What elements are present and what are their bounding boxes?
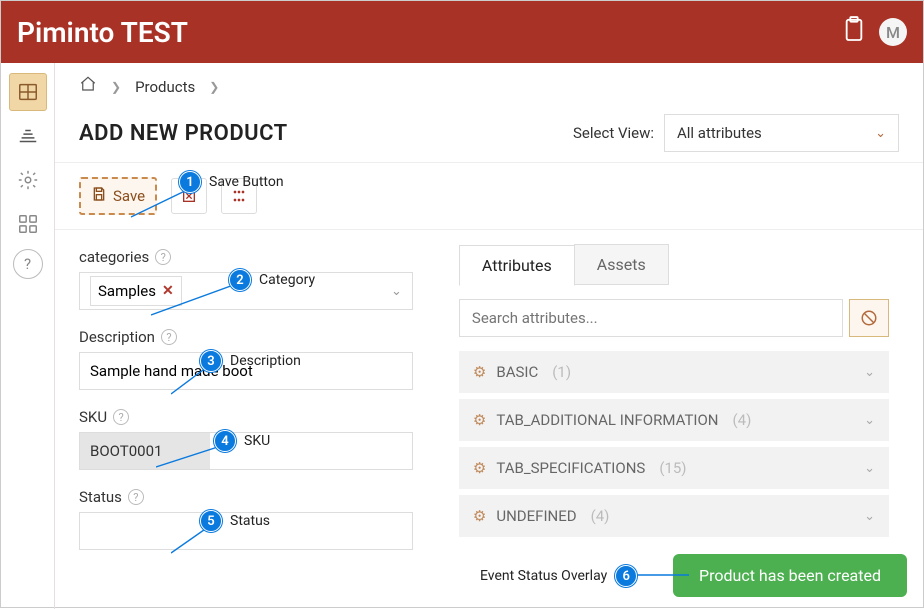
chevron-right-icon: ❯ [209, 80, 219, 94]
chevron-down-icon: ⌄ [864, 509, 875, 524]
sku-prefix: BOOT0001 [80, 433, 210, 469]
breadcrumb: ❯ Products ❯ [55, 63, 923, 104]
help-icon[interactable]: ? [113, 409, 129, 425]
sidebar-item-help[interactable]: ? [13, 249, 43, 279]
header-actions: M [843, 16, 907, 48]
chevron-down-icon: ⌄ [391, 284, 402, 299]
help-icon[interactable]: ? [155, 249, 171, 265]
help-icon[interactable]: ? [161, 329, 177, 345]
categories-select[interactable]: Samples ✕ ⌄ [79, 272, 413, 310]
title-row: ADD NEW PRODUCT Select View: All attribu… [55, 104, 923, 162]
accordion-list: ⚙BASIC(1) ⌄ ⚙TAB_ADDITIONAL INFORMATION(… [459, 351, 889, 537]
status-input[interactable] [79, 512, 413, 550]
gear-icon: ⚙ [473, 363, 486, 381]
user-avatar[interactable]: M [879, 18, 907, 46]
success-toast: Product has been created [673, 554, 907, 597]
app-header: Piminto TEST M [1, 1, 923, 63]
chevron-down-icon: ⌄ [875, 126, 886, 141]
view-selector-group: Select View: All attributes ⌄ [573, 114, 899, 152]
chevron-right-icon: ❯ [111, 80, 121, 94]
clipboard-icon[interactable] [843, 16, 865, 48]
sku-input-wrap[interactable]: BOOT0001 [79, 432, 413, 470]
clear-search-button[interactable] [849, 299, 889, 337]
chevron-down-icon: ⌄ [864, 461, 875, 476]
accordion-specs[interactable]: ⚙TAB_SPECIFICATIONS(15) ⌄ [459, 447, 889, 489]
sku-field: SKU? BOOT0001 [79, 408, 413, 470]
chevron-down-icon: ⌄ [864, 413, 875, 428]
sidebar-item-settings[interactable] [9, 161, 47, 199]
accordion-undefined[interactable]: ⚙UNDEFINED(4) ⌄ [459, 495, 889, 537]
gear-icon: ⚙ [473, 459, 486, 477]
save-label: Save [113, 187, 145, 205]
cancel-button[interactable] [171, 178, 207, 214]
save-icon [91, 186, 107, 206]
attributes-column: Attributes Assets ⚙BASIC(1) ⌄ ⚙TAB_ADDI [437, 230, 923, 609]
category-chip: Samples ✕ [90, 276, 182, 306]
chevron-down-icon: ⌄ [864, 365, 875, 380]
search-input[interactable] [459, 299, 843, 337]
sidebar: ? [1, 63, 55, 609]
sku-suffix[interactable] [210, 433, 412, 469]
page-title: ADD NEW PRODUCT [79, 121, 288, 146]
app-title: Piminto TEST [17, 16, 188, 49]
description-input[interactable] [79, 352, 413, 390]
attribute-search-row [459, 299, 889, 337]
home-icon[interactable] [79, 75, 97, 98]
sidebar-item-catalog[interactable] [9, 73, 47, 111]
save-button[interactable]: Save [79, 177, 157, 215]
sidebar-item-layers[interactable] [9, 117, 47, 155]
grid-button[interactable] [221, 178, 257, 214]
categories-field: categories? Samples ✕ ⌄ [79, 248, 413, 310]
sidebar-item-apps[interactable] [9, 205, 47, 243]
remove-chip-icon[interactable]: ✕ [162, 283, 174, 299]
tab-assets[interactable]: Assets [574, 244, 669, 285]
gear-icon: ⚙ [473, 411, 486, 429]
view-label: Select View: [573, 124, 654, 142]
gear-icon: ⚙ [473, 507, 486, 525]
view-select[interactable]: All attributes ⌄ [664, 114, 899, 152]
description-field: Description? [79, 328, 413, 390]
toolbar: Save [55, 162, 923, 230]
accordion-additional[interactable]: ⚙TAB_ADDITIONAL INFORMATION(4) ⌄ [459, 399, 889, 441]
accordion-basic[interactable]: ⚙BASIC(1) ⌄ [459, 351, 889, 393]
help-icon[interactable]: ? [128, 489, 144, 505]
status-field: Status? [79, 488, 413, 550]
tab-attributes[interactable]: Attributes [459, 245, 575, 286]
view-selected: All attributes [677, 124, 762, 142]
tabs: Attributes Assets [459, 244, 899, 285]
breadcrumb-products[interactable]: Products [135, 78, 195, 96]
form-column: categories? Samples ✕ ⌄ Description? SKU… [55, 230, 437, 609]
